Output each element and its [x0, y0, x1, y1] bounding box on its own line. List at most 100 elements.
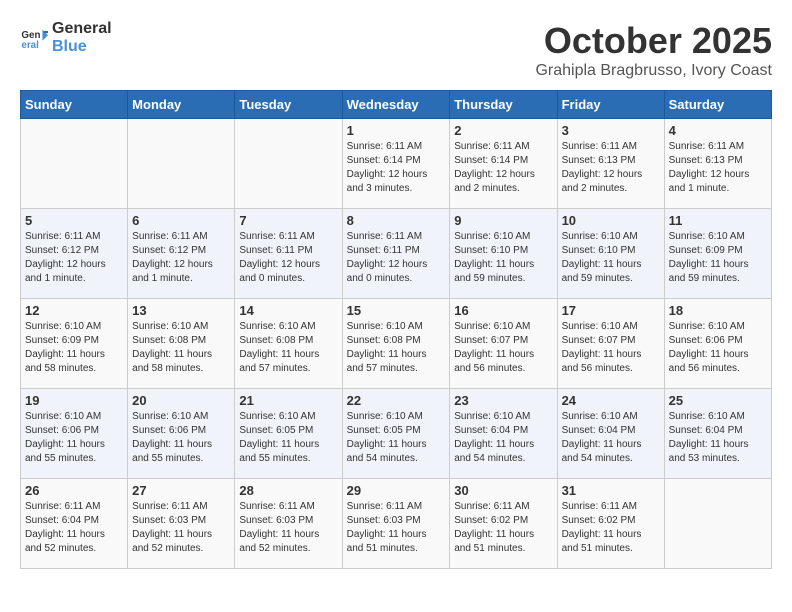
calendar-cell: 12 Sunrise: 6:10 AM Sunset: 6:09 PM Dayli… — [21, 299, 128, 389]
header-tuesday: Tuesday — [235, 91, 342, 119]
day-info: Sunrise: 6:10 AM Sunset: 6:10 PM Dayligh… — [454, 230, 552, 286]
day-number: 22 — [347, 393, 446, 408]
day-number: 30 — [454, 483, 552, 498]
calendar-cell: 31 Sunrise: 6:11 AM Sunset: 6:02 PM Dayli… — [557, 479, 664, 569]
location-title: Grahipla Bragbrusso, Ivory Coast — [535, 62, 772, 80]
day-info: Sunrise: 6:10 AM Sunset: 6:07 PM Dayligh… — [562, 320, 660, 376]
day-number: 29 — [347, 483, 446, 498]
header-monday: Monday — [128, 91, 235, 119]
calendar-cell: 10 Sunrise: 6:10 AM Sunset: 6:10 PM Dayli… — [557, 209, 664, 299]
day-info: Sunrise: 6:11 AM Sunset: 6:11 PM Dayligh… — [239, 230, 337, 286]
day-number: 14 — [239, 303, 337, 318]
calendar-week-row: 5 Sunrise: 6:11 AM Sunset: 6:12 PM Daylig… — [21, 209, 772, 299]
calendar-cell: 24Sunrise: 6:10 AM Sunset: 6:04 PM Dayli… — [557, 389, 664, 479]
day-info: Sunrise: 6:10 AM Sunset: 6:07 PM Dayligh… — [454, 320, 552, 376]
day-number: 1 — [347, 123, 446, 138]
calendar-cell: 11 Sunrise: 6:10 AM Sunset: 6:09 PM Dayli… — [664, 209, 771, 299]
svg-text:eral: eral — [21, 40, 39, 51]
day-info: Sunrise: 6:11 AM Sunset: 6:13 PM Dayligh… — [669, 140, 767, 196]
weekday-header-row: Sunday Monday Tuesday Wednesday Thursday… — [21, 91, 772, 119]
day-info: Sunrise: 6:10 AM Sunset: 6:06 PM Dayligh… — [669, 320, 767, 376]
day-number: 25 — [669, 393, 767, 408]
calendar-cell: 19 Sunrise: 6:10 AM Sunset: 6:06 PM Dayli… — [21, 389, 128, 479]
day-number: 10 — [562, 213, 660, 228]
day-number: 8 — [347, 213, 446, 228]
day-number: 6 — [132, 213, 230, 228]
calendar-cell: 27 Sunrise: 6:11 AM Sunset: 6:03 PM Dayli… — [128, 479, 235, 569]
day-number: 12 — [25, 303, 123, 318]
day-info: Sunrise: 6:11 AM Sunset: 6:04 PM Dayligh… — [25, 500, 123, 556]
calendar-week-row: 1 Sunrise: 6:11 AM Sunset: 6:14 PM Daylig… — [21, 119, 772, 209]
calendar-cell: 22 Sunrise: 6:10 AM Sunset: 6:05 PM Dayli… — [342, 389, 450, 479]
day-number: 19 — [25, 393, 123, 408]
title-area: October 2025 Grahipla Bragbrusso, Ivory … — [535, 20, 772, 80]
day-number: 26 — [25, 483, 123, 498]
day-info: Sunrise: 6:10 AM Sunset: 6:04 PM Dayligh… — [669, 410, 767, 466]
day-number: 4 — [669, 123, 767, 138]
day-info: Sunrise: 6:11 AM Sunset: 6:03 PM Dayligh… — [132, 500, 230, 556]
day-info: Sunrise: 6:11 AM Sunset: 6:02 PM Dayligh… — [454, 500, 552, 556]
calendar-cell: 5 Sunrise: 6:11 AM Sunset: 6:12 PM Daylig… — [21, 209, 128, 299]
header-wednesday: Wednesday — [342, 91, 450, 119]
calendar-week-row: 19 Sunrise: 6:10 AM Sunset: 6:06 PM Dayli… — [21, 389, 772, 479]
day-info: Sunrise: 6:11 AM Sunset: 6:03 PM Dayligh… — [239, 500, 337, 556]
header: Gen eral General Blue October 2025 Grahi… — [20, 20, 772, 80]
day-info: Sunrise: 6:10 AM Sunset: 6:09 PM Dayligh… — [669, 230, 767, 286]
calendar-cell: 30 Sunrise: 6:11 AM Sunset: 6:02 PM Dayli… — [450, 479, 557, 569]
calendar-cell: 26 Sunrise: 6:11 AM Sunset: 6:04 PM Dayli… — [21, 479, 128, 569]
calendar-cell: 29 Sunrise: 6:11 AM Sunset: 6:03 PM Dayli… — [342, 479, 450, 569]
header-thursday: Thursday — [450, 91, 557, 119]
day-info: Sunrise: 6:10 AM Sunset: 6:06 PM Dayligh… — [25, 410, 123, 466]
day-info: Sunrise: 6:10 AM Sunset: 6:10 PM Dayligh… — [562, 230, 660, 286]
day-info: Sunrise: 6:11 AM Sunset: 6:14 PM Dayligh… — [347, 140, 446, 196]
calendar-cell — [664, 479, 771, 569]
day-number: 21 — [239, 393, 337, 408]
day-info: Sunrise: 6:11 AM Sunset: 6:11 PM Dayligh… — [347, 230, 446, 286]
day-info: Sunrise: 6:11 AM Sunset: 6:02 PM Dayligh… — [562, 500, 660, 556]
calendar-cell: 2 Sunrise: 6:11 AM Sunset: 6:14 PM Daylig… — [450, 119, 557, 209]
day-number: 17 — [562, 303, 660, 318]
day-info: Sunrise: 6:11 AM Sunset: 6:14 PM Dayligh… — [454, 140, 552, 196]
day-number: 27 — [132, 483, 230, 498]
day-number: 15 — [347, 303, 446, 318]
day-info: Sunrise: 6:10 AM Sunset: 6:05 PM Dayligh… — [239, 410, 337, 466]
day-info: Sunrise: 6:10 AM Sunset: 6:09 PM Dayligh… — [25, 320, 123, 376]
day-info: Sunrise: 6:10 AM Sunset: 6:04 PM Dayligh… — [454, 410, 552, 466]
day-number: 7 — [239, 213, 337, 228]
day-number: 16 — [454, 303, 552, 318]
logo-line1: General — [52, 20, 112, 38]
day-number: 31 — [562, 483, 660, 498]
day-number: 20 — [132, 393, 230, 408]
calendar-cell: 17 Sunrise: 6:10 AM Sunset: 6:07 PM Dayli… — [557, 299, 664, 389]
calendar-cell: 28 Sunrise: 6:11 AM Sunset: 6:03 PM Dayli… — [235, 479, 342, 569]
calendar-cell: 21 Sunrise: 6:10 AM Sunset: 6:05 PM Dayli… — [235, 389, 342, 479]
calendar-cell: 25 Sunrise: 6:10 AM Sunset: 6:04 PM Dayli… — [664, 389, 771, 479]
day-info: Sunrise: 6:11 AM Sunset: 6:12 PM Dayligh… — [25, 230, 123, 286]
logo-icon: Gen eral — [20, 24, 48, 52]
day-number: 24 — [562, 393, 660, 408]
calendar-cell: 7 Sunrise: 6:11 AM Sunset: 6:11 PM Daylig… — [235, 209, 342, 299]
day-info: Sunrise: 6:10 AM Sunset: 6:08 PM Dayligh… — [347, 320, 446, 376]
calendar-cell: 13Sunrise: 6:10 AM Sunset: 6:08 PM Dayli… — [128, 299, 235, 389]
header-sunday: Sunday — [21, 91, 128, 119]
calendar-cell: 18Sunrise: 6:10 AM Sunset: 6:06 PM Dayli… — [664, 299, 771, 389]
day-info: Sunrise: 6:11 AM Sunset: 6:03 PM Dayligh… — [347, 500, 446, 556]
calendar-cell: 8 Sunrise: 6:11 AM Sunset: 6:11 PM Daylig… — [342, 209, 450, 299]
calendar-table: Sunday Monday Tuesday Wednesday Thursday… — [20, 90, 772, 569]
day-number: 5 — [25, 213, 123, 228]
day-number: 3 — [562, 123, 660, 138]
day-number: 2 — [454, 123, 552, 138]
logo-line2: Blue — [52, 38, 112, 56]
day-info: Sunrise: 6:10 AM Sunset: 6:05 PM Dayligh… — [347, 410, 446, 466]
header-saturday: Saturday — [664, 91, 771, 119]
calendar-cell — [128, 119, 235, 209]
calendar-cell: 20Sunrise: 6:10 AM Sunset: 6:06 PM Dayli… — [128, 389, 235, 479]
calendar-cell: 15 Sunrise: 6:10 AM Sunset: 6:08 PM Dayli… — [342, 299, 450, 389]
calendar-body: 1 Sunrise: 6:11 AM Sunset: 6:14 PM Daylig… — [21, 119, 772, 569]
logo: Gen eral General Blue — [20, 20, 112, 56]
day-info: Sunrise: 6:10 AM Sunset: 6:08 PM Dayligh… — [239, 320, 337, 376]
day-number: 28 — [239, 483, 337, 498]
day-info: Sunrise: 6:11 AM Sunset: 6:13 PM Dayligh… — [562, 140, 660, 196]
day-number: 11 — [669, 213, 767, 228]
month-title: October 2025 — [535, 20, 772, 62]
